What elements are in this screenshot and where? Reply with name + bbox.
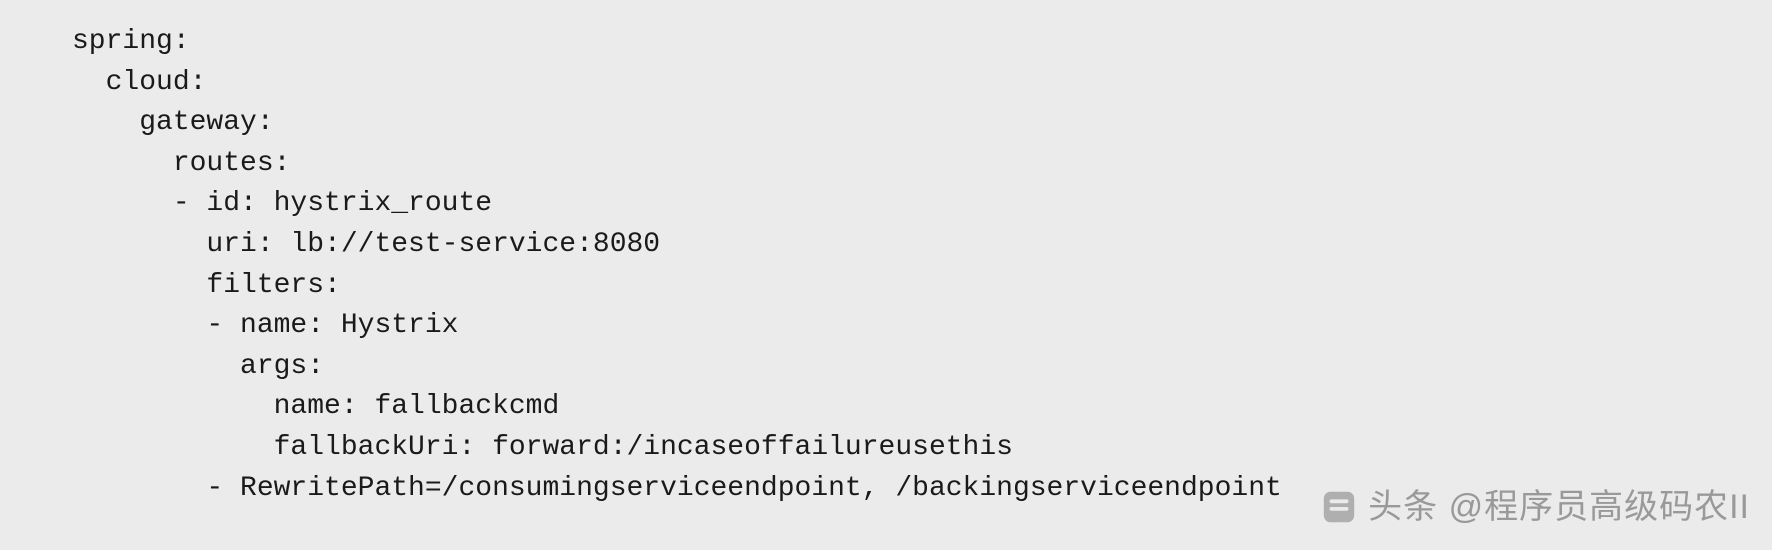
code-line: spring: — [72, 26, 190, 57]
watermark-text: 头条 @程序员高级码农II — [1368, 483, 1750, 532]
code-block: spring: cloud: gateway: routes: - id: hy… — [0, 22, 1772, 509]
toutiao-icon — [1320, 488, 1358, 526]
code-line: gateway: — [72, 107, 274, 138]
code-line: cloud: — [72, 67, 206, 98]
code-line: routes: — [72, 148, 290, 179]
code-line: - RewritePath=/consumingserviceendpoint,… — [72, 473, 1282, 504]
code-line: filters: — [72, 270, 341, 301]
code-line: name: fallbackcmd — [72, 391, 559, 422]
watermark: 头条 @程序员高级码农II — [1320, 483, 1750, 532]
code-line: - name: Hystrix — [72, 310, 458, 341]
code-line: args: — [72, 351, 324, 382]
code-line: - id: hystrix_route — [72, 188, 492, 219]
code-line: uri: lb://test-service:8080 — [72, 229, 660, 260]
code-line: fallbackUri: forward:/incaseoffailureuse… — [72, 432, 1013, 463]
